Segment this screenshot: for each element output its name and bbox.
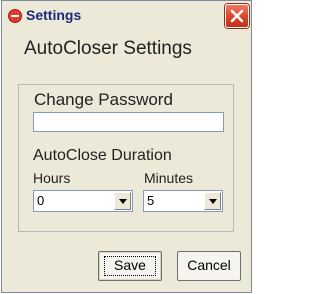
title-bar[interactable]: Settings <box>2 1 251 31</box>
window-title: Settings <box>26 7 82 23</box>
minus-circle-icon <box>8 9 22 23</box>
change-password-label: Change Password <box>34 90 173 109</box>
chevron-down-icon[interactable] <box>114 192 131 210</box>
cancel-button[interactable]: Cancel <box>177 251 241 281</box>
password-input[interactable] <box>33 112 224 132</box>
minutes-value: 5 <box>147 193 155 208</box>
focus-ring <box>104 256 156 276</box>
close-icon <box>230 9 244 23</box>
page-title: AutoCloser Settings <box>24 38 192 59</box>
hours-value: 0 <box>37 193 45 208</box>
hours-select[interactable]: 0 <box>33 190 133 212</box>
autoclose-duration-label: AutoClose Duration <box>33 147 172 164</box>
minutes-select[interactable]: 5 <box>143 190 223 212</box>
save-button[interactable]: Save <box>98 251 162 281</box>
chevron-down-icon[interactable] <box>204 192 221 210</box>
close-button[interactable] <box>225 4 249 28</box>
hours-label: Hours <box>33 170 71 186</box>
minutes-label: Minutes <box>144 170 194 186</box>
